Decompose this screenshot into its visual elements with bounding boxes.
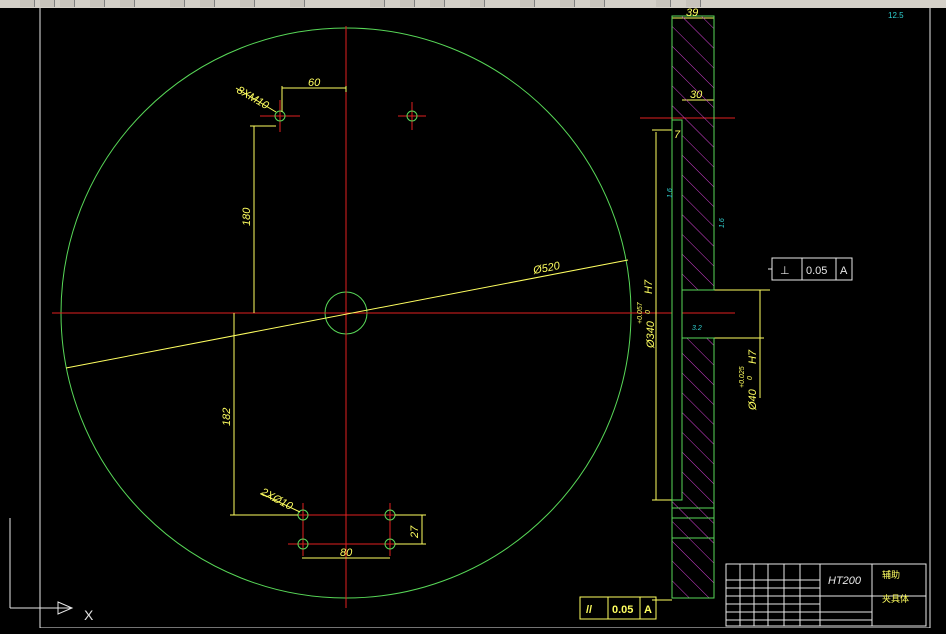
- cad-drawing: 8XM10 60 180 182 Ø520 2XØ10 80 27 39 30 …: [9, 8, 931, 629]
- ucs-x-label: X: [84, 607, 94, 623]
- toolbar-button[interactable]: [200, 0, 215, 7]
- toolbar-button[interactable]: [656, 0, 671, 7]
- ucs-icon: [9, 518, 74, 615]
- dim-thickness: 39: [686, 8, 698, 19]
- roughness-c: 3.2: [692, 325, 702, 332]
- toolbar-right: [636, 0, 946, 8]
- gdt-para-datum: A: [644, 604, 652, 616]
- dim-bore-outer-tol-low: 0: [645, 310, 652, 314]
- toolbar-button[interactable]: [470, 0, 485, 7]
- title-part-name: 夹具体: [882, 593, 909, 605]
- roughness-global: 12.5: [888, 11, 904, 20]
- gdt-para-value: 0.05: [612, 604, 633, 616]
- dimension-lines: [65, 17, 770, 601]
- toolbar-button[interactable]: [240, 0, 255, 7]
- title-org: 辅助: [882, 569, 900, 581]
- toolbar-button[interactable]: [520, 0, 535, 7]
- center-lines: [52, 26, 735, 608]
- gdt-perp-symbol: ⊥: [780, 265, 790, 277]
- dim-bottom-horiz: 80: [340, 547, 353, 559]
- command-line[interactable]: [0, 628, 946, 634]
- dim-pin-holes: 2XØ10: [258, 486, 296, 514]
- toolbar-button[interactable]: [40, 0, 55, 7]
- drawing-border: [39, 8, 931, 629]
- toolbar-button[interactable]: [430, 0, 445, 7]
- dim-step: 30: [690, 89, 703, 101]
- gdt-para-symbol: //: [586, 604, 592, 616]
- toolbar-button[interactable]: [290, 0, 305, 7]
- drawing-canvas[interactable]: 8XM10 60 180 182 Ø520 2XØ10 80 27 39 30 …: [0, 8, 946, 634]
- roughness-b: 1.6: [719, 218, 726, 228]
- dim-bore-inner: Ø40: [747, 388, 759, 411]
- toolbar-button[interactable]: [170, 0, 185, 7]
- toolbar-button[interactable]: [560, 0, 575, 7]
- dim-bore-inner-tol: +0.025: [739, 366, 746, 388]
- toolbar-button[interactable]: [370, 0, 385, 7]
- side-section: [671, 15, 715, 599]
- dim-bore-outer: Ø340: [645, 320, 657, 349]
- dim-tap-holes: 8XM10: [235, 84, 272, 112]
- title-material: HT200: [828, 575, 862, 587]
- dim-diameter: Ø520: [531, 260, 562, 277]
- toolbar-button[interactable]: [590, 0, 605, 7]
- toolbar-button[interactable]: [400, 0, 415, 7]
- toolbar-button[interactable]: [90, 0, 105, 7]
- dim-vert-lower: 182: [221, 408, 233, 426]
- toolbar: [0, 0, 946, 8]
- dim-vert-upper: 180: [241, 207, 253, 226]
- toolbar-button[interactable]: [686, 0, 701, 7]
- dim-bore-outer-tol: +0.057: [637, 301, 644, 324]
- gdt-perp-datum: A: [840, 265, 848, 277]
- gdt-perp-value: 0.05: [806, 265, 827, 277]
- dim-right-vert: 27: [409, 525, 421, 539]
- dim-bore-inner-tol-low: 0: [747, 376, 754, 380]
- dim-bore-outer-fit: H7: [643, 279, 655, 294]
- dim-bore-inner-fit: H7: [747, 349, 759, 364]
- dim-top-horiz: 60: [308, 77, 321, 89]
- dim-recess: 7: [674, 129, 681, 141]
- toolbar-button[interactable]: [20, 0, 35, 7]
- toolbar-button[interactable]: [60, 0, 75, 7]
- roughness-a: 1.6: [667, 188, 674, 198]
- toolbar-button[interactable]: [120, 0, 135, 7]
